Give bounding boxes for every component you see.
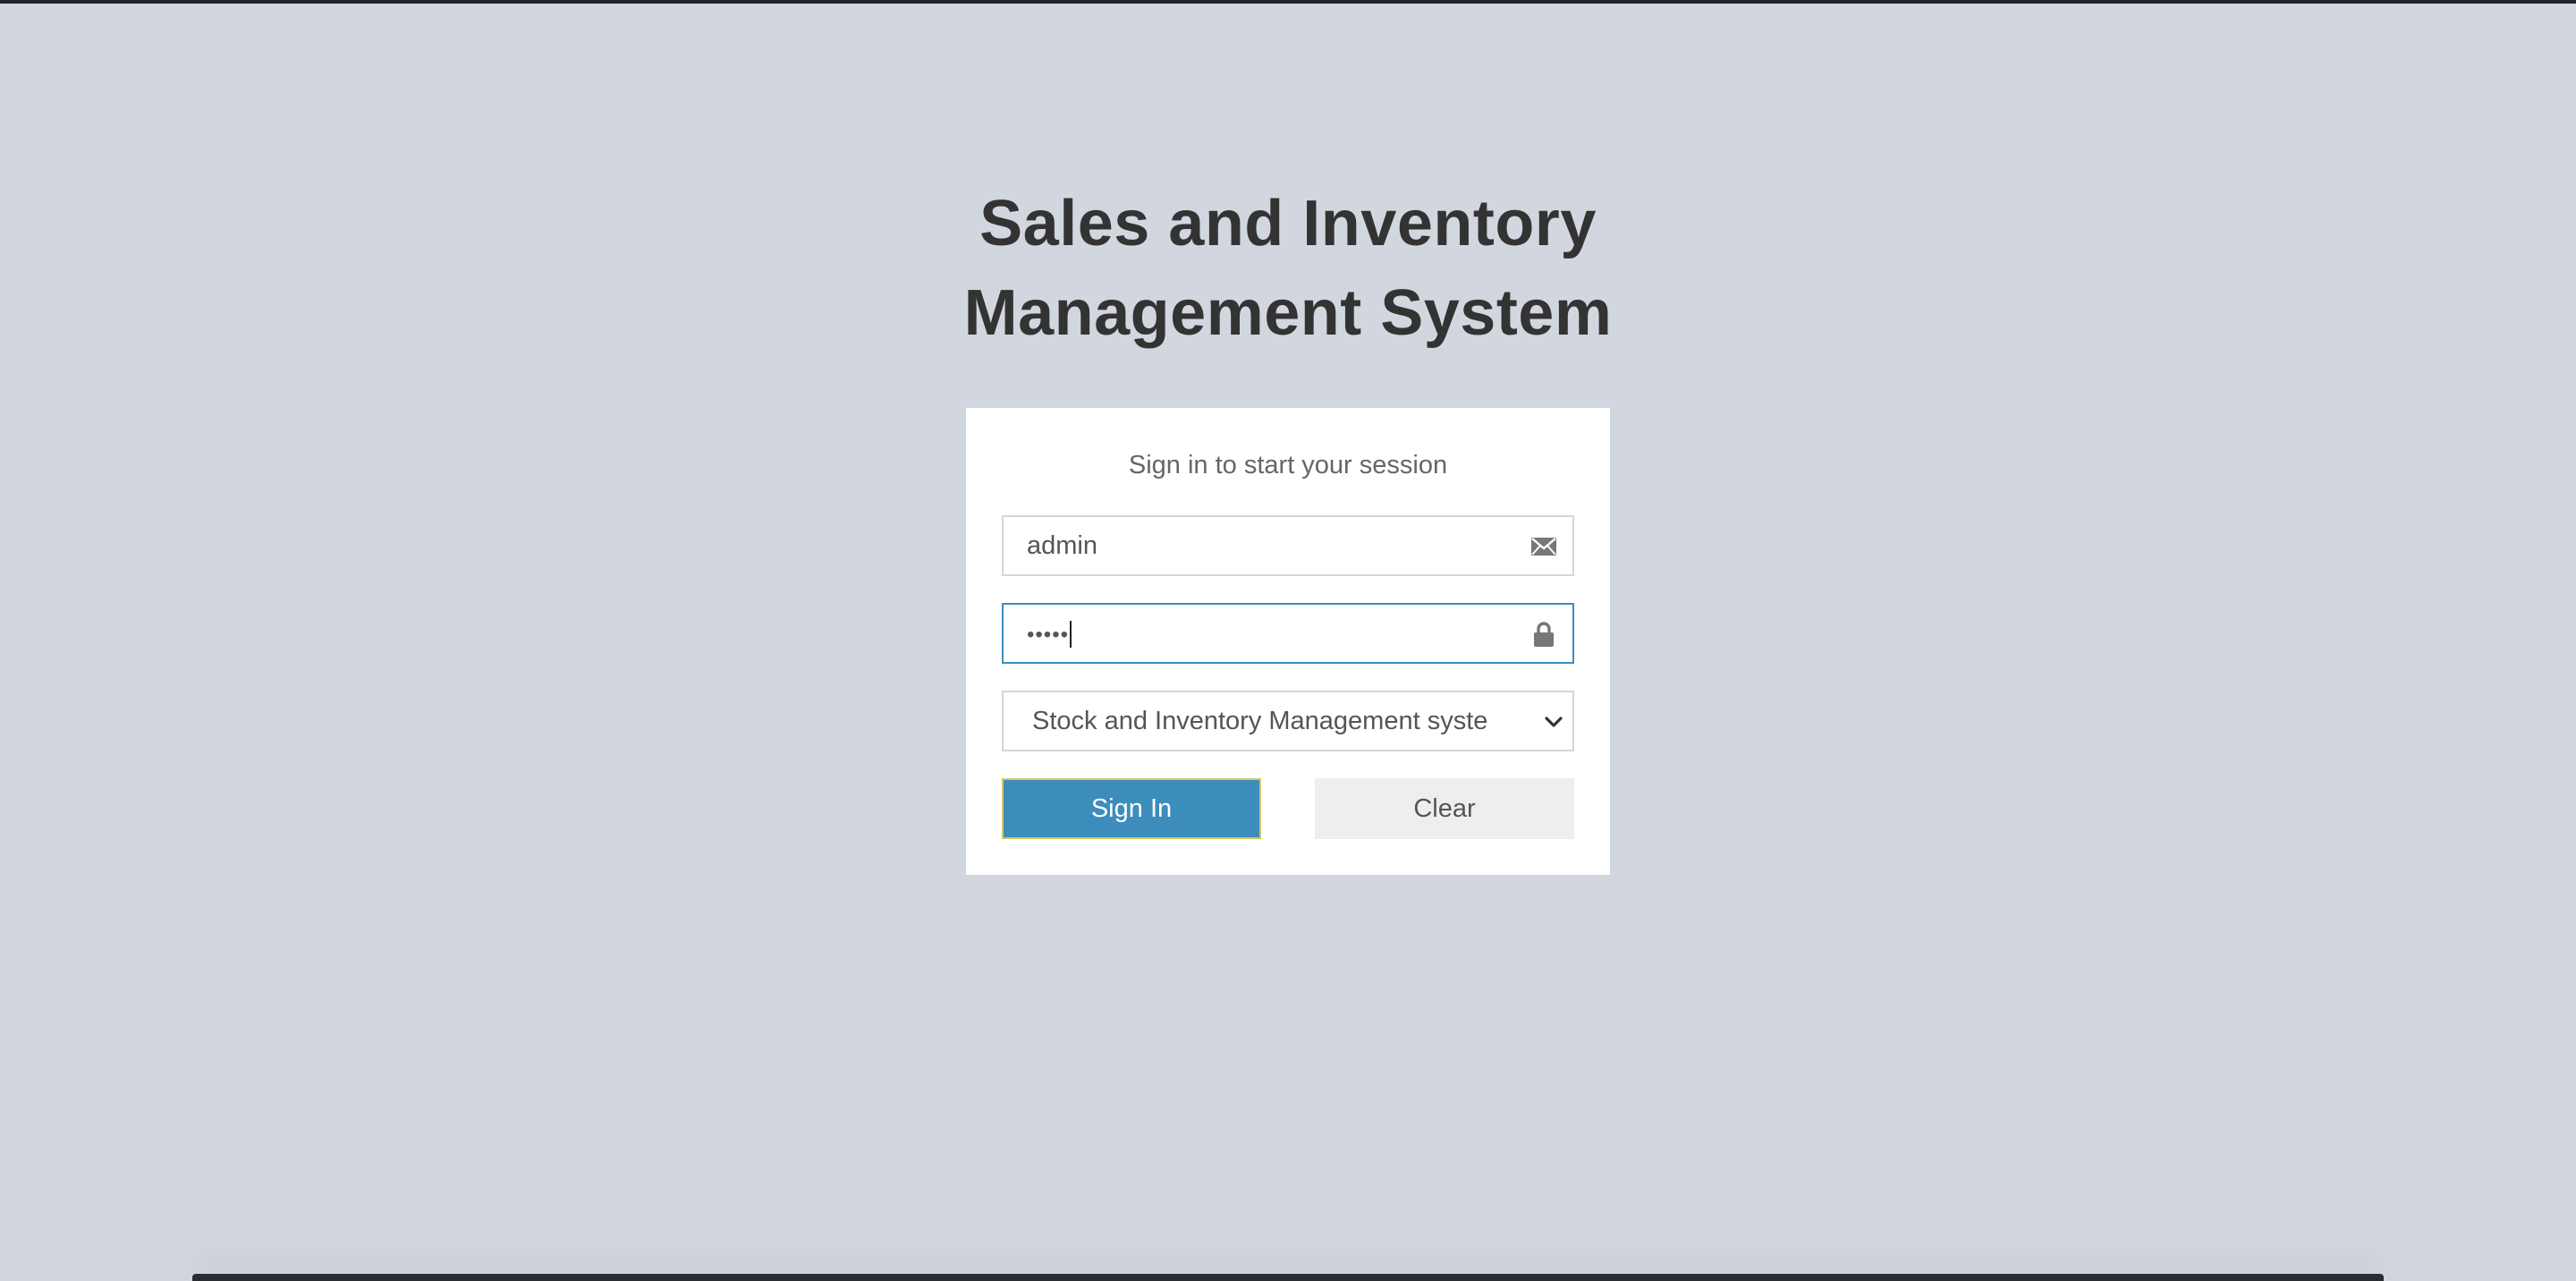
- password-value-wrap: •••••: [1027, 605, 1072, 662]
- login-box: Sign in to start your session admin ••••…: [966, 408, 1610, 875]
- username-field[interactable]: admin: [1002, 515, 1574, 576]
- password-field[interactable]: •••••: [1002, 603, 1574, 664]
- window-bottom-edge: [192, 1274, 2384, 1281]
- envelope-icon: [1531, 538, 1556, 556]
- system-select[interactable]: Stock and Inventory Management syste: [1002, 691, 1574, 751]
- window-top-edge: [0, 0, 2576, 4]
- login-box-message: Sign in to start your session: [1128, 451, 1448, 479]
- chevron-down-icon: [1545, 717, 1563, 727]
- sign-in-button[interactable]: Sign In: [1002, 778, 1261, 839]
- username-value: admin: [1027, 531, 1097, 560]
- password-value: •••••: [1027, 623, 1070, 647]
- page-title-line2: Management System: [963, 277, 1613, 349]
- clear-button[interactable]: Clear: [1315, 778, 1574, 839]
- page-title: Sales and Inventory Management System: [930, 179, 1646, 358]
- lock-icon: [1534, 622, 1554, 647]
- system-select-value: Stock and Inventory Management syste: [1032, 707, 1488, 735]
- page-title-line1: Sales and Inventory: [979, 188, 1597, 259]
- text-caret: [1070, 621, 1072, 649]
